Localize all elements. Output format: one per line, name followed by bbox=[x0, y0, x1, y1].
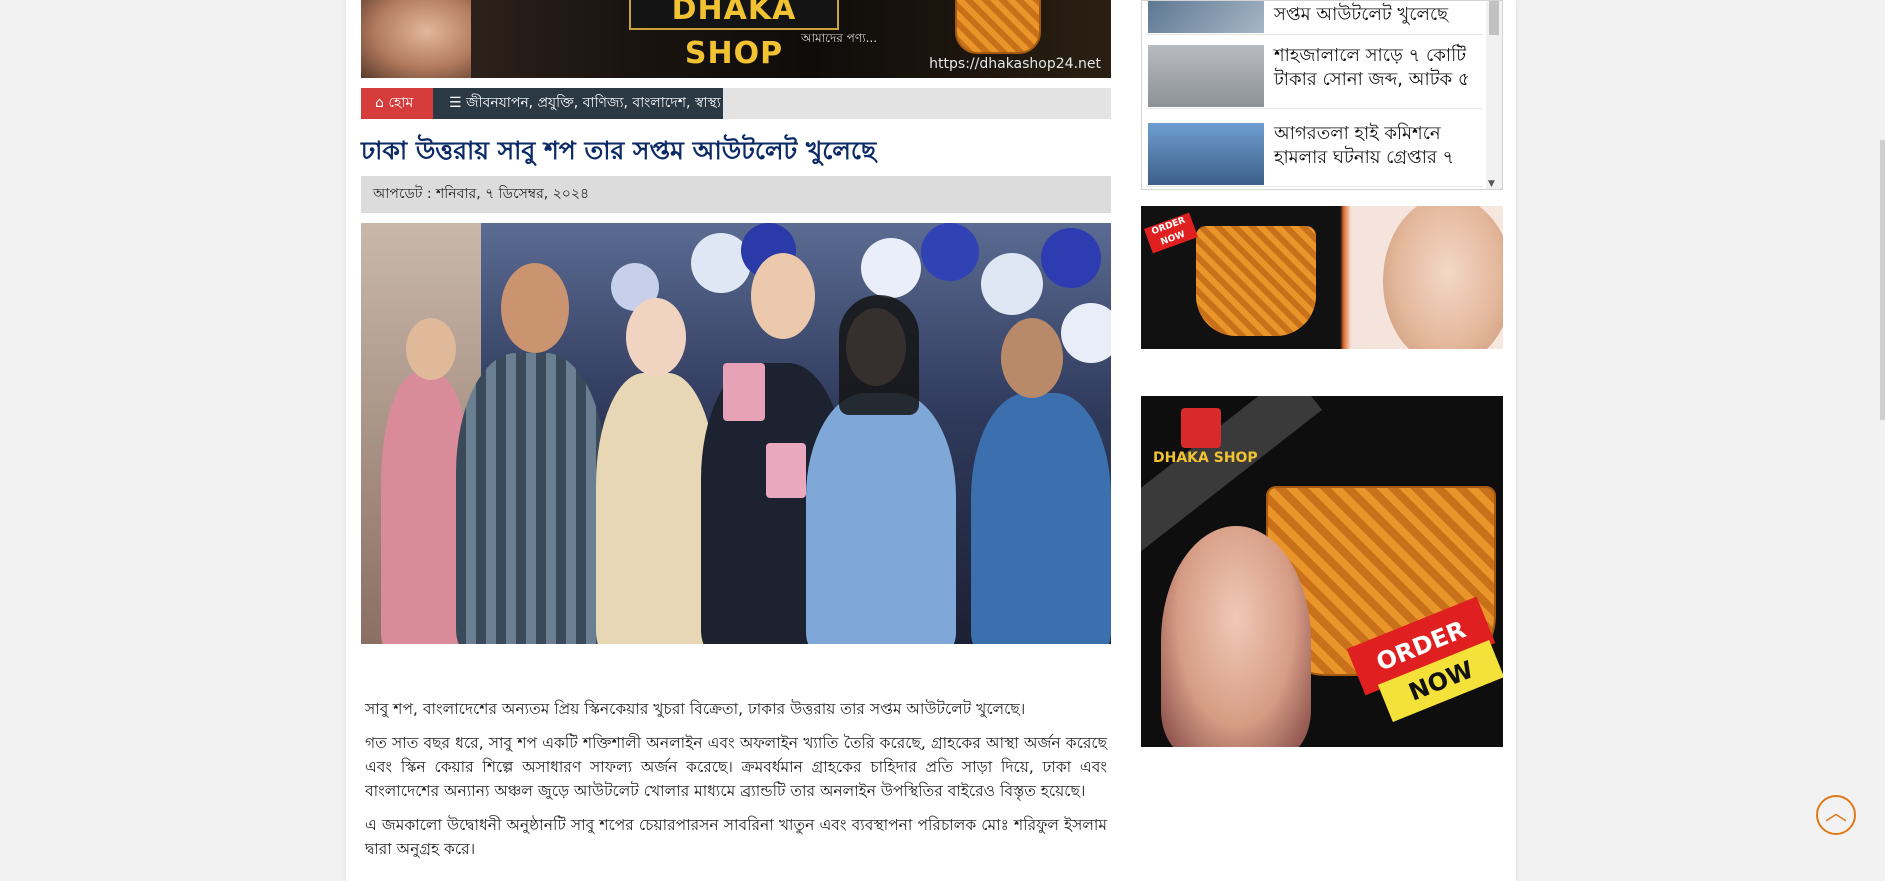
news-title: আগরতলা হাই কমিশনে হামলার ঘটনায় গ্রেপ্তা… bbox=[1274, 123, 1455, 168]
article-title: ঢাকা উত্তরায় সাবু শপ তার সপ্তম আউটলেট খ… bbox=[361, 136, 877, 165]
banner-basket-image bbox=[955, 0, 1041, 54]
ad1-basket-image bbox=[1196, 226, 1316, 336]
news-thumbnail bbox=[1148, 1, 1264, 33]
article-paragraph: সাবু শপ, বাংলাদেশের অন্যতম প্রিয় স্কিনক… bbox=[365, 700, 1026, 718]
banner-shop-name: DHAKA SHOP bbox=[629, 0, 839, 71]
news-list-item[interactable]: সপ্তম আউটলেট খুলেছে bbox=[1146, 1, 1483, 35]
breadcrumb-home-label: হোম bbox=[388, 95, 414, 111]
breadcrumb-categories-label: জীবনযাপন, প্রযুক্তি, বাণিজ্য, বাংলাদেশ, … bbox=[466, 95, 721, 111]
news-list-scrollbar[interactable]: ▼ bbox=[1486, 1, 1502, 189]
scrollbar-thumb[interactable] bbox=[1489, 1, 1499, 35]
article-photo bbox=[361, 223, 1111, 644]
home-icon: ⌂ bbox=[375, 95, 384, 111]
related-news-list: সপ্তম আউটলেট খুলেছে শাহজালালে সাড়ে ৭ কো… bbox=[1141, 0, 1503, 190]
ad1-model-image bbox=[1383, 206, 1503, 349]
scroll-to-top-button[interactable]: ︿ bbox=[1816, 795, 1856, 835]
news-list-item[interactable]: শাহজালালে সাড়ে ৭ কোটি টাকার সোনা জব্দ, … bbox=[1146, 39, 1483, 109]
news-thumbnail bbox=[1148, 45, 1264, 107]
chevron-up-icon: ︿ bbox=[1824, 801, 1847, 826]
banner-tagline: আমাদের পণ্য... bbox=[801, 31, 878, 45]
breadcrumb-home[interactable]: ⌂ হোম bbox=[361, 88, 433, 119]
news-title: শাহজালালে সাড়ে ৭ কোটি টাকার সোনা জব্দ, … bbox=[1274, 45, 1470, 90]
ad1-order-badge: ORDER NOW bbox=[1144, 212, 1198, 254]
breadcrumb-categories[interactable]: ☰ জীবনযাপন, প্রযুক্তি, বাণিজ্য, বাংলাদেশ… bbox=[433, 88, 723, 119]
article-update-date: আপডেট : শনিবার, ৭ ডিসেম্বর, ২০২৪ bbox=[361, 176, 1111, 213]
sidebar: সপ্তম আউটলেট খুলেছে শাহজালালে সাড়ে ৭ কো… bbox=[1141, 0, 1503, 747]
news-list-item[interactable]: আগরতলা হাই কমিশনে হামলার ঘটনায় গ্রেপ্তা… bbox=[1146, 117, 1483, 187]
article-paragraph: গত সাত বছর ধরে, সাবু শপ একটি শক্তিশালী অ… bbox=[365, 734, 1107, 800]
sidebar-ad-1[interactable]: ORDER NOW bbox=[1141, 206, 1503, 349]
top-banner-ad[interactable]: DHAKA SHOP আমাদের পণ্য... https://dhakas… bbox=[361, 0, 1111, 78]
page-scrollbar[interactable] bbox=[1880, 140, 1885, 420]
breadcrumb: ⌂ হোম ☰ জীবনযাপন, প্রযুক্তি, বাণিজ্য, বা… bbox=[361, 88, 1111, 119]
news-thumbnail bbox=[1148, 123, 1264, 185]
ad2-model-image bbox=[1161, 526, 1311, 747]
shopping-bag-icon bbox=[1181, 408, 1221, 448]
scroll-down-arrow-icon[interactable]: ▼ bbox=[1488, 179, 1495, 189]
bars-icon: ☰ bbox=[449, 95, 462, 111]
ad2-brand: DHAKA SHOP bbox=[1153, 450, 1258, 466]
article-paragraph: এ জমকালো উদ্বোধনী অনুষ্ঠানটি সাবু শপের চ… bbox=[365, 816, 1107, 858]
news-title: সপ্তম আউটলেট খুলেছে bbox=[1274, 4, 1449, 25]
banner-model-image bbox=[361, 0, 471, 78]
main-column: DHAKA SHOP আমাদের পণ্য... https://dhakas… bbox=[361, 0, 1111, 858]
page-container: DHAKA SHOP আমাদের পণ্য... https://dhakas… bbox=[346, 0, 1516, 881]
article-body: সাবু শপ, বাংলাদেশের অন্যতম প্রিয় স্কিনক… bbox=[365, 697, 1107, 871]
banner-url: https://dhakashop24.net bbox=[929, 56, 1101, 72]
sidebar-ad-2[interactable]: DHAKA SHOP ORDER NOW bbox=[1141, 396, 1503, 747]
